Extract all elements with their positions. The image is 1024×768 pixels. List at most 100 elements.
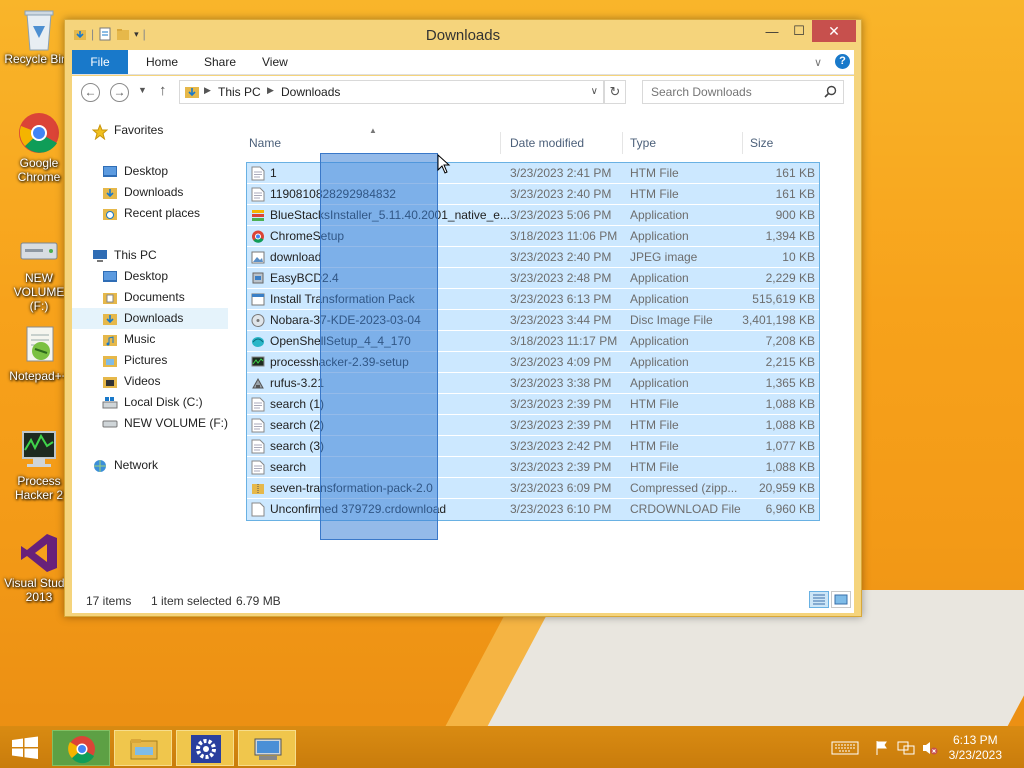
nav-favorites-downloads[interactable]: Downloads [102,182,183,203]
navigation-pane: Favorites Desktop Downloads Recent place… [72,108,230,586]
ribbon-tabs: File Home Share View ∨ ? [72,50,854,75]
file-type: Application [630,208,689,222]
address-dropdown-icon[interactable]: ∨ [591,86,598,97]
file-date-modified: 3/23/2023 2:39 PM [510,397,612,411]
nav-network[interactable]: Network [92,455,158,476]
drive-icon [17,233,61,277]
file-type: Application [630,355,689,369]
breadcrumb-downloads[interactable]: Downloads [281,85,340,99]
minimize-button[interactable]: — [758,20,786,42]
forward-button[interactable]: → [110,83,129,102]
column-header-type[interactable]: Type [630,136,656,150]
refresh-button[interactable]: ↻ [604,80,626,104]
taskbar-file-explorer[interactable] [114,730,172,766]
tab-file[interactable]: File [72,50,128,74]
column-header-size[interactable]: Size [750,136,773,150]
downloads-folder-icon [102,312,118,326]
file-type: HTM File [630,166,679,180]
large-icons-view-button[interactable] [831,591,851,608]
maximize-button[interactable]: ☐ [785,20,813,42]
file-type: Application [630,292,689,306]
nav-this-pc[interactable]: This PC [92,245,157,266]
column-divider[interactable] [742,132,743,154]
file-size: 3,401,198 KB [742,313,815,327]
nav-pc-local-disk[interactable]: Local Disk (C:) [102,392,203,413]
file-size: 1,394 KB [765,229,815,243]
search-input[interactable] [643,81,813,103]
nav-pc-desktop[interactable]: Desktop [102,266,168,287]
action-center-flag-icon[interactable] [874,740,890,759]
up-arrow-icon[interactable]: ↑ [159,82,167,99]
tab-view[interactable]: View [250,50,300,74]
back-button[interactable]: ← [81,83,100,102]
file-type: Application [630,334,689,348]
title-bar[interactable]: | ▾ | Downloads — ☐ ✕ [65,20,861,49]
column-header-name[interactable]: Name [249,136,281,150]
selection-count: 1 item selected [151,594,232,608]
help-icon[interactable]: ? [835,54,850,69]
recent-locations-icon[interactable]: ▼ [138,85,147,95]
file-type: HTM File [630,460,679,474]
search-box[interactable] [642,80,844,104]
address-bar[interactable]: ▶ This PC ▶ Downloads ∨ [179,80,604,104]
file-date-modified: 3/23/2023 2:42 PM [510,439,612,453]
file-date-modified: 3/23/2023 2:41 PM [510,166,612,180]
nav-pc-downloads[interactable]: Downloads [72,308,228,329]
file-size: 1,088 KB [765,460,815,474]
nav-label: Videos [124,374,161,388]
column-header-date[interactable]: Date modified [510,136,584,150]
refresh-icon: ↻ [609,84,621,99]
recycle-bin-icon [17,6,61,51]
file-type: Application [630,376,689,390]
openshell-icon [251,334,265,349]
expand-ribbon-icon[interactable]: ∨ [814,56,822,69]
breadcrumb-separator-icon[interactable]: ▶ [267,85,274,96]
nav-label: Documents [124,290,185,304]
nav-favorites-recent-places[interactable]: Recent places [102,203,200,224]
file-name: search (2) [270,418,325,432]
clock-date: 3/23/2023 [948,748,1002,762]
tab-home[interactable]: Home [134,50,190,74]
file-size: 161 KB [775,187,815,201]
nav-favorites[interactable]: Favorites [91,120,163,141]
breadcrumb-separator-icon[interactable]: ▶ [204,85,211,96]
file-date-modified: 3/23/2023 3:38 PM [510,376,612,390]
file-date-modified: 3/23/2023 6:10 PM [510,502,612,516]
column-divider[interactable] [500,132,501,154]
details-view-button[interactable] [809,591,829,608]
file-type: HTM File [630,397,679,411]
file-date-modified: 3/23/2023 4:09 PM [510,355,612,369]
close-button[interactable]: ✕ [812,20,856,42]
item-count: 17 items [86,594,132,608]
visual-studio-icon [17,530,61,574]
nav-pc-pictures[interactable]: Pictures [102,350,167,371]
tab-share[interactable]: Share [192,50,248,74]
nav-favorites-desktop[interactable]: Desktop [102,161,168,182]
network-icon [92,459,108,473]
keyboard-icon[interactable] [831,740,859,759]
minimize-icon: — [765,23,779,39]
rufus-icon [251,376,265,391]
close-icon: ✕ [828,22,840,39]
taskbar-remote-desktop[interactable] [238,730,296,766]
nav-pc-videos[interactable]: Videos [102,371,160,392]
system-clock[interactable]: 6:13 PM 3/23/2023 [949,733,1002,763]
nav-pc-new-volume[interactable]: NEW VOLUME (F:) [102,413,228,434]
pictures-folder-icon [102,354,118,368]
network-status-icon[interactable] [897,740,915,759]
search-icon[interactable] [824,85,837,101]
start-button[interactable] [0,730,50,766]
breadcrumb-this-pc[interactable]: This PC [218,85,261,99]
downloads-folder-icon [102,186,118,200]
file-size: 1,365 KB [765,376,815,390]
desktop-folder-icon [102,165,118,179]
nav-pc-music[interactable]: Music [102,329,155,350]
column-divider[interactable] [622,132,623,154]
nav-pc-documents[interactable]: Documents [102,287,185,308]
taskbar-chrome[interactable] [52,730,110,766]
nav-label: NEW VOLUME (F:) [124,416,228,430]
nav-label: Music [124,332,156,346]
taskbar-settings[interactable] [176,730,234,766]
volume-muted-icon[interactable] [921,740,939,759]
sort-ascending-icon: ▲ [369,126,377,135]
